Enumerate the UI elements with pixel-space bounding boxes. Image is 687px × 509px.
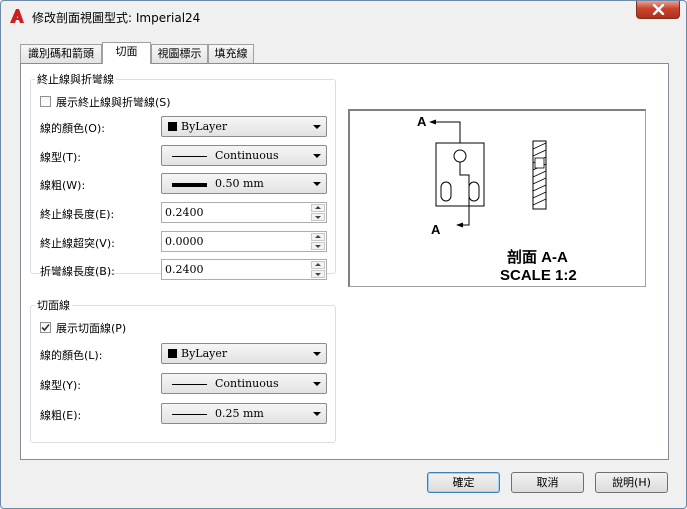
- end-line-color-dropdown[interactable]: ByLayer: [161, 116, 327, 137]
- checkmark-icon: [41, 323, 50, 332]
- end-lines-group-title: 終止線與折彎線: [35, 71, 116, 87]
- end-line-linetype-dropdown[interactable]: Continuous: [161, 145, 327, 166]
- lineweight-sample: [172, 183, 207, 187]
- show-end-lines-checkbox[interactable]: [40, 96, 51, 107]
- end-line-length-input[interactable]: 0.2400: [161, 202, 327, 223]
- tab-panel: 終止線與折彎線 展示終止線與折彎線(S) 線的顏色(O): ByLayer 線型…: [20, 63, 669, 460]
- tab-cutting-plane[interactable]: 切面: [102, 42, 151, 64]
- end-line-linetype-label: 線型(T):: [40, 151, 82, 164]
- end-line-lineweight-value: 0.50 mm: [215, 177, 264, 190]
- chevron-down-icon: [313, 352, 321, 356]
- chevron-down-icon: [313, 125, 321, 129]
- spin-down-button[interactable]: [311, 213, 325, 221]
- section-label-title: 剖面 A-A: [507, 248, 568, 266]
- chevron-down-icon: [313, 382, 321, 386]
- spin-up-button[interactable]: [311, 261, 325, 269]
- section-marker-bottom: A: [431, 222, 441, 237]
- linetype-sample: [172, 384, 207, 385]
- cutting-plane-linetype-value: Continuous: [215, 377, 279, 390]
- bend-line-length-label: 折彎線長度(B):: [40, 265, 115, 278]
- window-title: 修改剖面視圖型式: Imperial24: [32, 11, 201, 25]
- color-swatch: [168, 122, 177, 131]
- cutting-plane-lineweight-dropdown[interactable]: 0.25 mm: [161, 403, 327, 424]
- end-line-linetype-value: Continuous: [215, 149, 279, 162]
- spin-down-button[interactable]: [311, 270, 325, 278]
- show-cutting-plane-label: 展示切面線(P): [56, 322, 127, 335]
- show-end-lines-label: 展示終止線與折彎線(S): [56, 96, 171, 109]
- section-marker-top: A: [417, 114, 427, 129]
- spinner: [311, 261, 325, 278]
- end-line-overshoot-input[interactable]: 0.0000: [161, 231, 327, 252]
- end-line-lineweight-label: 線粗(W):: [40, 179, 86, 192]
- section-drawing: A A 剖面 A-A SCALE 1:2: [417, 114, 577, 284]
- spinner: [311, 233, 325, 250]
- section-label-scale: SCALE 1:2: [500, 267, 577, 284]
- lineweight-sample: [172, 414, 207, 415]
- bend-line-length-input[interactable]: 0.2400: [161, 259, 327, 280]
- bend-line-length-value: 0.2400: [165, 263, 204, 276]
- dialog-window: 修改剖面視圖型式: Imperial24 識別碼和箭頭 切面 視圖標示 填充線 …: [0, 0, 687, 509]
- end-line-color-value: ByLayer: [181, 120, 228, 133]
- linetype-sample: [172, 156, 207, 157]
- tab-hatch[interactable]: 填充線: [208, 44, 254, 63]
- spin-up-button[interactable]: [311, 204, 325, 212]
- end-line-length-value: 0.2400: [165, 206, 204, 219]
- cutting-plane-lineweight-value: 0.25 mm: [215, 407, 264, 420]
- cutting-plane-color-label: 線的顏色(L):: [40, 349, 103, 362]
- cutting-plane-color-dropdown[interactable]: ByLayer: [161, 343, 327, 364]
- spinner: [311, 204, 325, 221]
- color-swatch: [168, 349, 177, 358]
- ok-button[interactable]: 確定: [427, 472, 500, 493]
- chevron-down-icon: [313, 412, 321, 416]
- end-line-overshoot-value: 0.0000: [165, 235, 204, 248]
- spin-up-button[interactable]: [311, 233, 325, 241]
- tab-view-label[interactable]: 視圖標示: [151, 44, 208, 63]
- close-icon: [652, 4, 665, 15]
- chevron-down-icon: [313, 154, 321, 158]
- chevron-down-icon: [313, 182, 321, 186]
- cutting-plane-linetype-dropdown[interactable]: Continuous: [161, 373, 327, 394]
- dialog-client: 識別碼和箭頭 切面 視圖標示 填充線 終止線與折彎線 展示終止線與折彎線(S) …: [9, 33, 678, 493]
- help-button[interactable]: 說明(H): [595, 472, 668, 493]
- cutting-plane-linetype-label: 線型(Y):: [40, 379, 82, 392]
- tab-identifiers-arrows[interactable]: 識別碼和箭頭: [20, 44, 102, 63]
- end-line-overshoot-label: 終止線超突(V):: [40, 237, 115, 250]
- cancel-button[interactable]: 取消: [511, 472, 584, 493]
- end-line-color-label: 線的顏色(O):: [40, 122, 105, 135]
- end-line-lineweight-dropdown[interactable]: 0.50 mm: [161, 173, 327, 194]
- end-line-length-label: 終止線長度(E):: [40, 208, 115, 221]
- show-cutting-plane-checkbox[interactable]: [40, 322, 51, 333]
- cutting-plane-group-title: 切面線: [35, 297, 72, 313]
- cutting-plane-color-value: ByLayer: [181, 347, 228, 360]
- section-preview: A A 剖面 A-A SCALE 1:2: [348, 109, 646, 287]
- cutting-plane-lineweight-label: 線粗(E):: [40, 409, 82, 422]
- spin-down-button[interactable]: [311, 242, 325, 250]
- autocad-logo-icon: [10, 9, 24, 23]
- close-button[interactable]: [636, 1, 680, 19]
- title-bar: 修改剖面視圖型式: Imperial24: [1, 1, 686, 33]
